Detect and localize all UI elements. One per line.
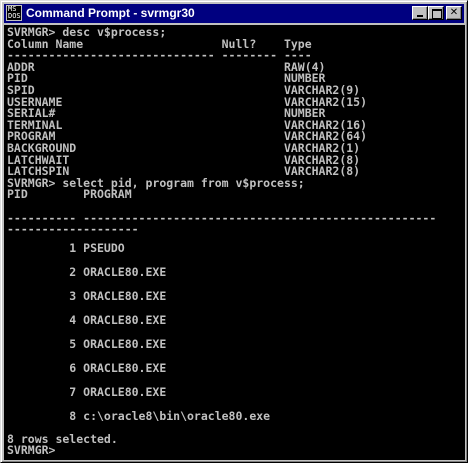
table-row: 6 ORACLE80.EXE (7, 360, 167, 375)
table-row: 4 ORACLE80.EXE (7, 312, 167, 327)
table-row: 8 c:\oracle8\bin\oracle80.exe (7, 408, 271, 423)
command-prompt-window: MS DOS Command Prompt - svrmgr30 ✕ SVRMG… (0, 0, 468, 463)
table-row: 7 ORACLE80.EXE (7, 384, 167, 399)
table-row: 2 ORACLE80.EXE (7, 264, 167, 279)
select-header-line: PID PROGRAM (7, 187, 132, 202)
table-row: 5 ORACLE80.EXE (7, 336, 167, 351)
minimize-icon (417, 15, 423, 17)
select-separator-line: ------------------- (7, 222, 139, 237)
console-output[interactable]: SVRMGR> desc v$process; Column Name Null… (4, 25, 465, 460)
maximize-icon (432, 9, 442, 19)
close-icon: ✕ (449, 7, 459, 18)
title-bar[interactable]: MS DOS Command Prompt - svrmgr30 ✕ (4, 4, 464, 23)
table-row: 3 ORACLE80.EXE (7, 288, 167, 303)
ms-dos-icon[interactable]: MS DOS (6, 5, 22, 21)
close-button[interactable]: ✕ (446, 6, 462, 20)
table-row: 1 PSEUDO (7, 240, 125, 255)
maximize-button[interactable] (428, 6, 444, 20)
rows-selected-line: 8 rows selected. (7, 431, 118, 446)
ms-dos-icon-glyph-bottom: DOS (8, 12, 21, 20)
command-prompt-line[interactable]: SVRMGR> (7, 445, 436, 457)
minimize-button[interactable] (412, 6, 428, 20)
window-title: Command Prompt - svrmgr30 (26, 6, 195, 20)
